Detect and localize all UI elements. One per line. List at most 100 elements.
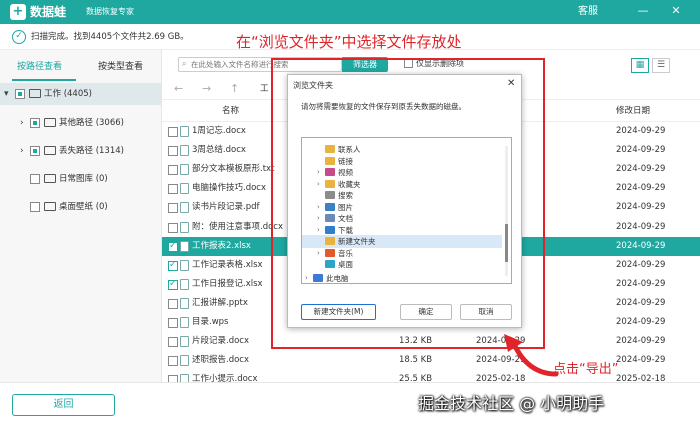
row-checkbox[interactable] xyxy=(168,298,178,309)
file-icon xyxy=(180,221,189,233)
chevron-right-icon[interactable]: › xyxy=(317,179,320,190)
row-checkbox[interactable] xyxy=(168,241,178,252)
sidebar-item-work[interactable]: ▾ 工作 (4405) xyxy=(0,83,162,105)
file-name: 目录.wps xyxy=(192,317,229,327)
row-checkbox[interactable] xyxy=(168,165,178,176)
folder-icon xyxy=(44,202,56,211)
row-checkbox[interactable] xyxy=(168,222,178,233)
file-modified-date: 2024-09-29 xyxy=(616,202,666,213)
sidebar-item-gallery[interactable]: 日常图库 (0) xyxy=(0,168,162,190)
close-icon[interactable]: ✕ xyxy=(668,3,684,19)
back-button[interactable]: 返回 xyxy=(12,394,115,416)
watermark: 掘金技术社区 @ 小明助手 xyxy=(418,394,605,413)
folder-icon xyxy=(325,179,335,188)
file-icon xyxy=(180,202,189,214)
row-checkbox[interactable] xyxy=(168,318,178,328)
file-modified-date: 2024-09-29 xyxy=(616,221,666,232)
file-icon xyxy=(180,336,189,348)
list-view-icon[interactable]: ☰ xyxy=(652,58,670,73)
folder-tree[interactable]: 联系人 链接 › 视频 › 收藏夹 搜索 › 图片 › 文档 › 下载 新建文件夹 › 音乐 桌面 › 此电脑 xyxy=(301,137,512,284)
ok-button[interactable]: 确定 xyxy=(400,304,452,320)
folder-tree-label: 搜索 xyxy=(338,191,353,200)
folder-icon xyxy=(325,248,335,257)
file-modified-date: 2024-09-29 xyxy=(616,259,666,270)
table-row[interactable]: 述职报告.docx 18.5 KB 2024-09-29 2024-09-29 xyxy=(162,351,700,370)
sidebar: 按路径查看 按类型查看 ▾ 工作 (4405) › 其他路径 (3066) › … xyxy=(0,50,162,382)
chevron-right-icon[interactable]: › xyxy=(20,116,24,130)
file-name: 汇报讲解.pptx xyxy=(192,297,248,308)
grid-view-icon[interactable]: ▦ xyxy=(631,58,649,73)
folder-tree-label: 视频 xyxy=(338,168,353,177)
file-modified-date: 2024-09-29 xyxy=(616,164,666,175)
folder-icon xyxy=(29,89,41,98)
logo-icon: + xyxy=(10,4,26,20)
folder-tree-label: 文档 xyxy=(338,214,353,223)
file-name: 读书片段记录.pdf xyxy=(192,202,260,213)
forward-arrow-icon[interactable]: → xyxy=(202,82,211,96)
row-checkbox[interactable] xyxy=(168,184,178,195)
folder-icon xyxy=(325,260,335,268)
file-icon xyxy=(180,240,189,252)
row-checkbox[interactable] xyxy=(168,127,178,137)
scan-status-text: 扫描完成。找到4405个文件共2.69 GB。 xyxy=(31,32,189,42)
sidebar-item-other-paths[interactable]: › 其他路径 (3066) xyxy=(0,112,162,134)
tab-by-path[interactable]: 按路径查看 xyxy=(17,60,62,74)
back-arrow-icon[interactable]: ← xyxy=(174,82,183,96)
file-icon xyxy=(180,259,189,271)
folder-icon xyxy=(325,145,335,153)
checkbox[interactable] xyxy=(30,174,40,184)
row-checkbox[interactable] xyxy=(168,203,178,214)
check-icon: ✓ xyxy=(12,30,26,44)
chevron-right-icon[interactable]: › xyxy=(20,144,24,158)
folder-tree-label: 桌面 xyxy=(338,260,353,269)
dialog-title: 浏览文件夹 xyxy=(293,81,333,90)
tab-by-type[interactable]: 按类型查看 xyxy=(98,60,143,74)
row-checkbox[interactable] xyxy=(168,260,178,271)
chevron-down-icon[interactable]: ▾ xyxy=(4,87,9,101)
row-checkbox[interactable] xyxy=(168,356,178,367)
chevron-right-icon[interactable]: › xyxy=(317,167,320,178)
row-checkbox[interactable] xyxy=(168,146,178,157)
chevron-right-icon[interactable]: › xyxy=(317,225,320,236)
column-modified-date[interactable]: 修改日期 xyxy=(616,105,650,117)
chevron-right-icon[interactable]: › xyxy=(317,213,320,224)
chevron-right-icon[interactable]: › xyxy=(317,202,320,213)
folder-tree-item[interactable]: › 此电脑 xyxy=(302,272,502,285)
file-name: 1周记忘.docx xyxy=(192,126,246,136)
folder-icon xyxy=(325,191,335,199)
folder-icon xyxy=(44,174,56,183)
sidebar-item-label: 丢失路径 (1314) xyxy=(59,146,124,156)
column-name[interactable]: 名称 xyxy=(222,105,239,117)
scrollbar-thumb[interactable] xyxy=(505,224,508,262)
app-name: 数据蛙 xyxy=(30,5,67,19)
file-name: 部分文本模板原形.txt xyxy=(192,164,275,175)
file-modified-date: 2024-09-29 xyxy=(616,183,666,194)
sidebar-item-wallpaper[interactable]: 桌面壁纸 (0) xyxy=(0,196,162,218)
chevron-right-icon[interactable]: › xyxy=(305,273,308,284)
row-checkbox[interactable] xyxy=(168,279,178,290)
support-link[interactable]: 客服 xyxy=(578,5,598,19)
checkbox[interactable] xyxy=(15,89,25,99)
file-name: 工作报表2.xlsx xyxy=(192,240,251,251)
close-icon[interactable]: ✕ xyxy=(507,78,515,90)
row-checkbox[interactable] xyxy=(168,337,178,348)
checkbox[interactable] xyxy=(30,118,40,128)
sidebar-item-lost-paths[interactable]: › 丢失路径 (1314) xyxy=(0,140,162,162)
chevron-right-icon[interactable]: › xyxy=(317,248,320,259)
sidebar-item-label: 工作 (4405) xyxy=(44,89,92,99)
file-name: 附：使用注意事项.docx xyxy=(192,221,284,232)
checkbox[interactable] xyxy=(30,146,40,156)
title-bar: + 数据蛙 数据恢复专家 客服 — ✕ xyxy=(0,0,700,24)
file-name: 电脑操作技巧.docx xyxy=(192,183,267,194)
folder-tree-label: 图片 xyxy=(338,202,353,212)
file-size: 18.5 KB xyxy=(399,355,433,366)
file-icon xyxy=(180,297,189,309)
folder-icon xyxy=(313,273,323,282)
minimize-icon[interactable]: — xyxy=(635,3,651,19)
checkbox[interactable] xyxy=(30,202,40,212)
cancel-button[interactable]: 取消 xyxy=(460,304,512,320)
new-folder-button[interactable]: 新建文件夹(M) xyxy=(301,304,376,320)
folder-tree-item[interactable]: 桌面 xyxy=(302,258,502,271)
file-icon xyxy=(180,355,189,367)
up-arrow-icon[interactable]: ↑ xyxy=(230,82,239,96)
